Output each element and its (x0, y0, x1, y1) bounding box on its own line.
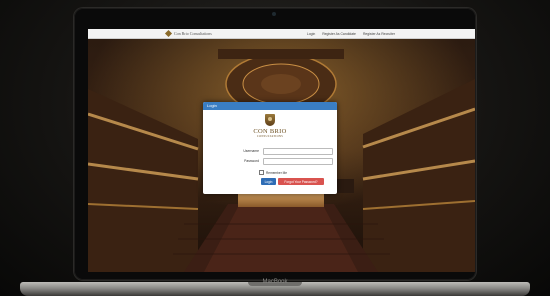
modal-header: Login (203, 102, 337, 110)
username-field[interactable] (263, 148, 333, 155)
username-row: Username (203, 148, 337, 155)
camera-icon (272, 12, 276, 16)
login-modal: Login CON BRIO CONSULTATIONS Username Pa… (203, 102, 337, 194)
logo-icon (164, 29, 173, 38)
device-label: MacBook (262, 279, 288, 285)
remember-label: Remember Me (266, 170, 288, 175)
screen: Con Brio Consultations Login Register As… (88, 29, 475, 272)
site-navbar: Con Brio Consultations Login Register As… (88, 29, 475, 39)
login-button[interactable]: Login (261, 178, 276, 185)
nav-logo-text: Con Brio Consultations (174, 31, 212, 36)
password-field[interactable] (263, 158, 333, 165)
password-label: Password (244, 159, 259, 163)
brand-tagline: CONSULTATIONS (256, 135, 284, 138)
brand-name: CON BRIO (253, 128, 287, 135)
forgot-password-button[interactable]: Forgot Your Password? (278, 178, 324, 185)
crest-icon (265, 114, 275, 126)
button-row: Login Forgot Your Password? (261, 178, 324, 185)
nav-links: Login Register As Candidate Register As … (307, 29, 395, 38)
nav-link-login[interactable]: Login (307, 32, 315, 36)
brand-block: CON BRIO CONSULTATIONS (203, 114, 337, 138)
nav-logo[interactable]: Con Brio Consultations (164, 29, 212, 38)
nav-link-register-recruiter[interactable]: Register As Recruiter (363, 32, 395, 36)
username-label: Username (243, 149, 259, 153)
remember-row: Remember Me (259, 170, 287, 175)
remember-checkbox[interactable] (259, 170, 264, 175)
password-row: Password (203, 158, 337, 165)
nav-link-register-candidate[interactable]: Register As Candidate (322, 32, 356, 36)
